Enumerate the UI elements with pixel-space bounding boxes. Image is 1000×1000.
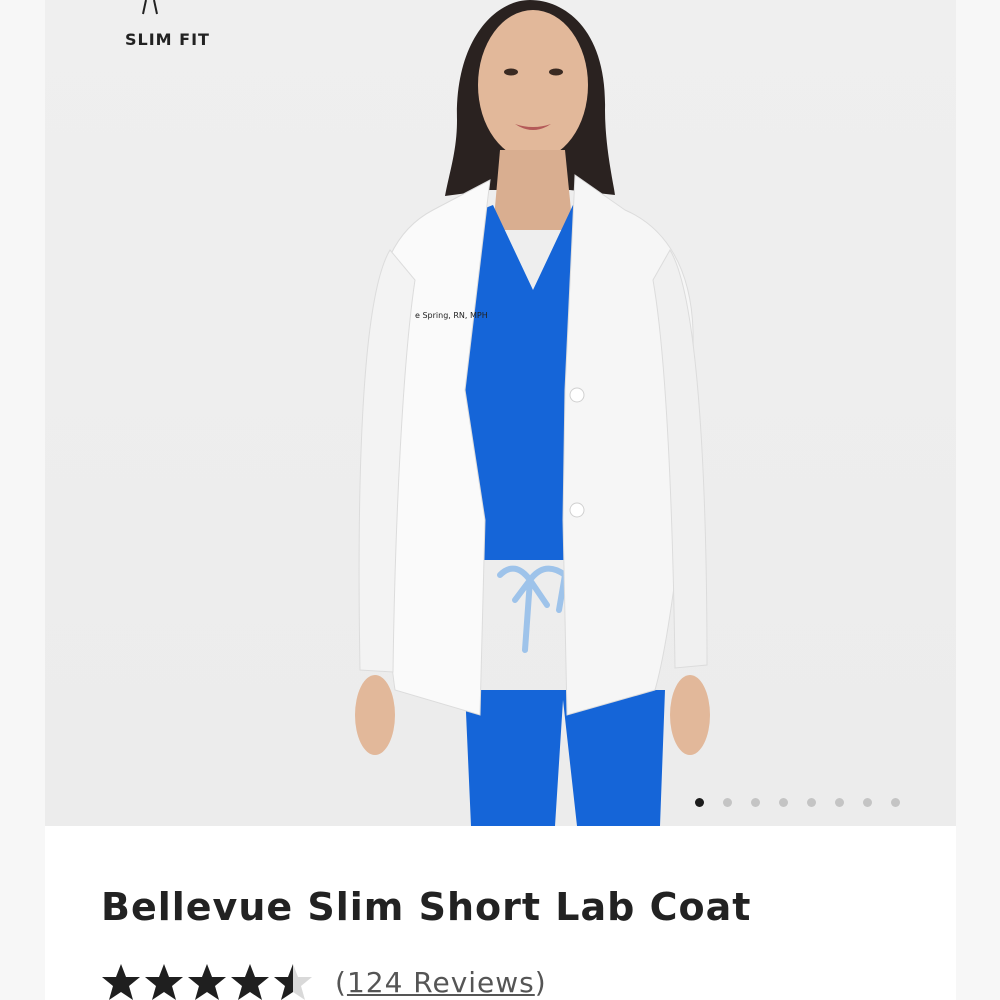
left-margin [0,0,45,1000]
star-icon [274,964,312,1000]
reviews-close-paren: ) [534,965,547,999]
product-title: Bellevue Slim Short Lab Coat [101,885,752,929]
product-image-gallery[interactable]: SLIM FIT e Spring, RN, MPH [45,0,956,826]
reviews-count[interactable]: 124 Reviews [347,966,535,999]
pagination-dot[interactable] [779,798,788,807]
star-rating [101,962,313,1000]
star-icon [102,964,140,1000]
product-rating: (124 Reviews) [101,960,547,1000]
pagination-dot[interactable] [807,798,816,807]
star-icon [188,964,226,1000]
right-margin [956,0,1000,1000]
fit-badge: SLIM FIT [85,0,209,56]
pagination-dot[interactable] [695,798,704,807]
product-photo: e Spring, RN, MPH [355,0,710,826]
product-page: SLIM FIT e Spring, RN, MPH Bellevue Slim… [0,0,1000,1000]
pagination-dot[interactable] [835,798,844,807]
star-icon [145,964,183,1000]
pagination-dot[interactable] [723,798,732,807]
body-silhouette-icon [142,0,158,15]
pagination-dot[interactable] [863,798,872,807]
gallery-pagination [695,798,900,807]
embroidery-text: e Spring, RN, MPH [415,311,488,320]
fit-label: SLIM FIT [125,30,210,49]
pagination-dot[interactable] [891,798,900,807]
reviews-link[interactable]: (124 Reviews) [335,966,547,999]
star-icon [231,964,269,1000]
pagination-dot[interactable] [751,798,760,807]
reviews-open-paren: ( [335,965,347,999]
